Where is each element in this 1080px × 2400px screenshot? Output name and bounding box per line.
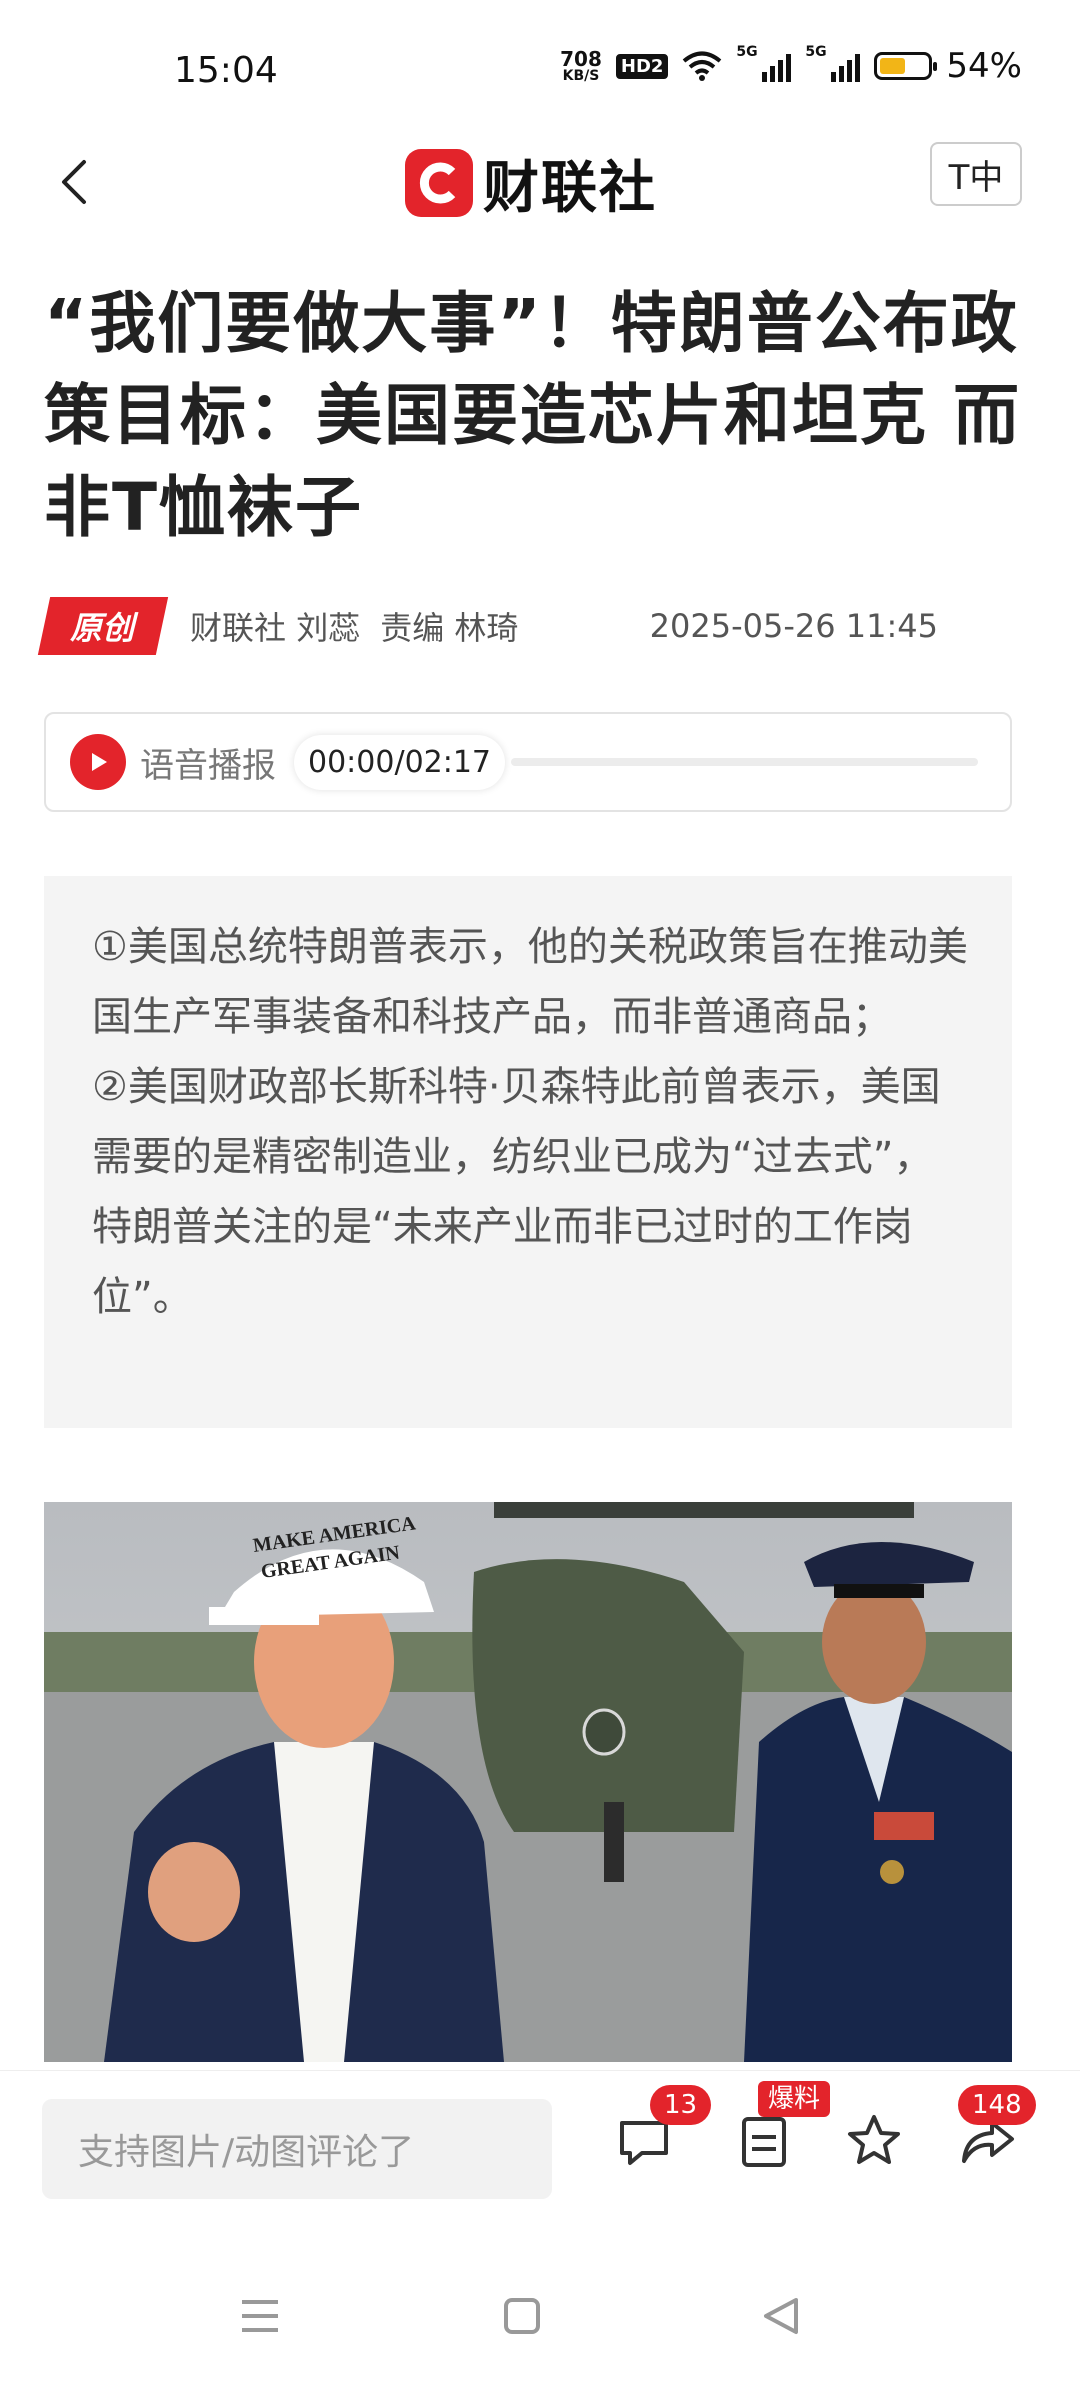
- status-bar: 15:04 708 KB/S HD2 5G 5G 54%: [0, 0, 1080, 140]
- cell-signal-2-icon: 5G: [805, 44, 861, 82]
- back-button[interactable]: [48, 152, 108, 212]
- wifi-icon: [683, 51, 722, 81]
- tip-off-button[interactable]: [732, 2109, 796, 2173]
- favorite-button[interactable]: [842, 2109, 906, 2173]
- font-size-button[interactable]: T中: [930, 142, 1022, 206]
- status-time: 15:04: [174, 50, 278, 91]
- logo-c-icon: [405, 149, 473, 217]
- battery-percent: 54%: [946, 46, 1022, 86]
- article-photo[interactable]: MAKE AMERICA GREAT AGAIN: [44, 1502, 1012, 2062]
- comment-input[interactable]: 支持图片/动图评论了: [42, 2099, 552, 2199]
- status-icons: 708 KB/S HD2 5G 5G 54%: [560, 44, 1022, 86]
- bottom-action-bar: 支持图片/动图评论了 13 爆料 148: [0, 2070, 1080, 2229]
- play-button[interactable]: [70, 734, 126, 790]
- article-headline: “我们要做大事”！特朗普公布政策目标：美国要造芯片和坦克 而非T恤袜子: [44, 285, 1021, 546]
- audio-progress-track[interactable]: [511, 758, 978, 766]
- photo-illustration: MAKE AMERICA GREAT AGAIN: [44, 1502, 1012, 2062]
- app-logo: 财联社: [405, 138, 657, 228]
- recent-apps-button[interactable]: [230, 2286, 290, 2346]
- article-date: 2025-05-26 11:45: [649, 607, 938, 645]
- menu-icon: [242, 2300, 278, 2332]
- audio-player: 语音播报 00:00/02:17: [44, 712, 1012, 812]
- system-back-button[interactable]: [752, 2286, 812, 2346]
- logo-text: 财联社: [483, 155, 657, 221]
- home-icon: [504, 2298, 540, 2334]
- summary-point-2: ②美国财政部长斯科特·贝森特此前曾表示，美国需要的是精密制造业，纺织业已成为“过…: [92, 1064, 941, 1320]
- article-summary: ①美国总统特朗普表示，他的关税政策旨在推动美国生产军事装备和科技产品，而非普通商…: [44, 876, 1012, 1428]
- cell-signal-1-icon: 5G: [736, 44, 792, 82]
- article-source: 财联社 刘蕊: [190, 609, 361, 647]
- share-count-badge: 148: [958, 2085, 1036, 2125]
- article-meta: 原创 财联社 刘蕊 责编 林琦 2025-05-26 11:45: [37, 596, 1034, 656]
- audio-time[interactable]: 00:00/02:17: [294, 734, 506, 790]
- original-badge: 原创: [37, 597, 169, 655]
- star-icon: [848, 2115, 900, 2164]
- back-arrow-icon: [62, 160, 86, 204]
- tip-off-badge: 爆料: [758, 2081, 831, 2117]
- top-nav: 财联社 T中: [0, 130, 1080, 250]
- back-triangle-icon: [764, 2298, 798, 2334]
- document-icon: [742, 2117, 786, 2167]
- play-icon: [92, 753, 107, 771]
- hd-voice-icon: HD2: [615, 53, 669, 79]
- battery-icon: [874, 52, 938, 80]
- comment-count-badge: 13: [650, 2085, 712, 2125]
- article-editor: 责编 林琦: [380, 609, 519, 647]
- network-speed: 708 KB/S: [560, 47, 602, 84]
- audio-label: 语音播报: [140, 745, 276, 786]
- home-button[interactable]: [492, 2286, 552, 2346]
- system-nav-bar: [0, 2228, 1080, 2400]
- summary-point-1: ①美国总统特朗普表示，他的关税政策旨在推动美国生产军事装备和科技产品，而非普通商…: [92, 924, 968, 1040]
